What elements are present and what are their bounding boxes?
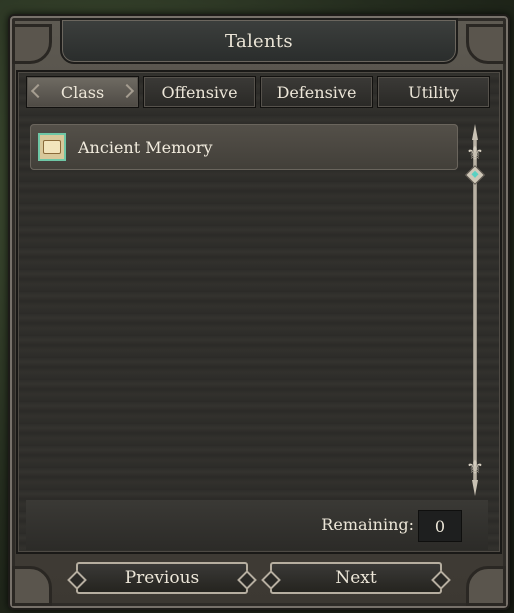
talent-label: Ancient Memory [78, 137, 213, 157]
scroll-icon [38, 133, 66, 161]
scrollbar-thumb[interactable] [465, 165, 485, 185]
tab-label: Defensive [276, 82, 357, 102]
remaining-label: Remaining: [321, 515, 414, 534]
scrollbar-bottom-spike [472, 480, 478, 496]
tab-label: Offensive [161, 82, 238, 102]
next-button[interactable]: Next [261, 562, 451, 594]
scrollbar-top-spike [472, 124, 478, 140]
talent-list-scrollbar[interactable]: ⚜ ⚜ [464, 124, 486, 496]
tab-label: Class [60, 82, 105, 102]
chevron-left-icon [30, 83, 46, 99]
diamond-ornament-icon [237, 570, 257, 590]
diamond-ornament-icon [431, 570, 451, 590]
tab-defensive[interactable]: Defensive [260, 76, 373, 108]
talent-list: Ancient Memory [26, 120, 458, 498]
talent-item-ancient-memory[interactable]: Ancient Memory [30, 124, 458, 170]
tab-bar: Class Offensive Defensive Utility [26, 76, 490, 108]
navigation-bar: Previous Next [62, 560, 452, 596]
window-title: Talents [225, 30, 293, 52]
scroll-glyph [43, 140, 61, 154]
frame-corner [466, 24, 506, 64]
frame-corner [12, 24, 52, 64]
frame-corner [12, 566, 52, 606]
tab-offensive[interactable]: Offensive [143, 76, 256, 108]
scroll-down-fleur-icon[interactable]: ⚜ [464, 456, 486, 478]
tab-utility[interactable]: Utility [377, 76, 490, 108]
frame-corner [466, 566, 506, 606]
next-label: Next [335, 568, 377, 588]
chevron-right-icon [119, 83, 135, 99]
previous-label: Previous [124, 568, 200, 588]
window-title-banner: Talents [60, 18, 458, 64]
previous-button[interactable]: Previous [67, 562, 257, 594]
scroll-up-fleur-icon[interactable]: ⚜ [464, 142, 486, 164]
tab-class[interactable]: Class [26, 76, 139, 108]
remaining-points-row: Remaining: 0 [26, 500, 488, 550]
scrollbar-rail[interactable] [473, 140, 477, 480]
diamond-ornament-icon [261, 570, 281, 590]
diamond-ornament-icon [67, 570, 87, 590]
remaining-count: 0 [418, 510, 462, 542]
tab-label: Utility [408, 82, 459, 102]
